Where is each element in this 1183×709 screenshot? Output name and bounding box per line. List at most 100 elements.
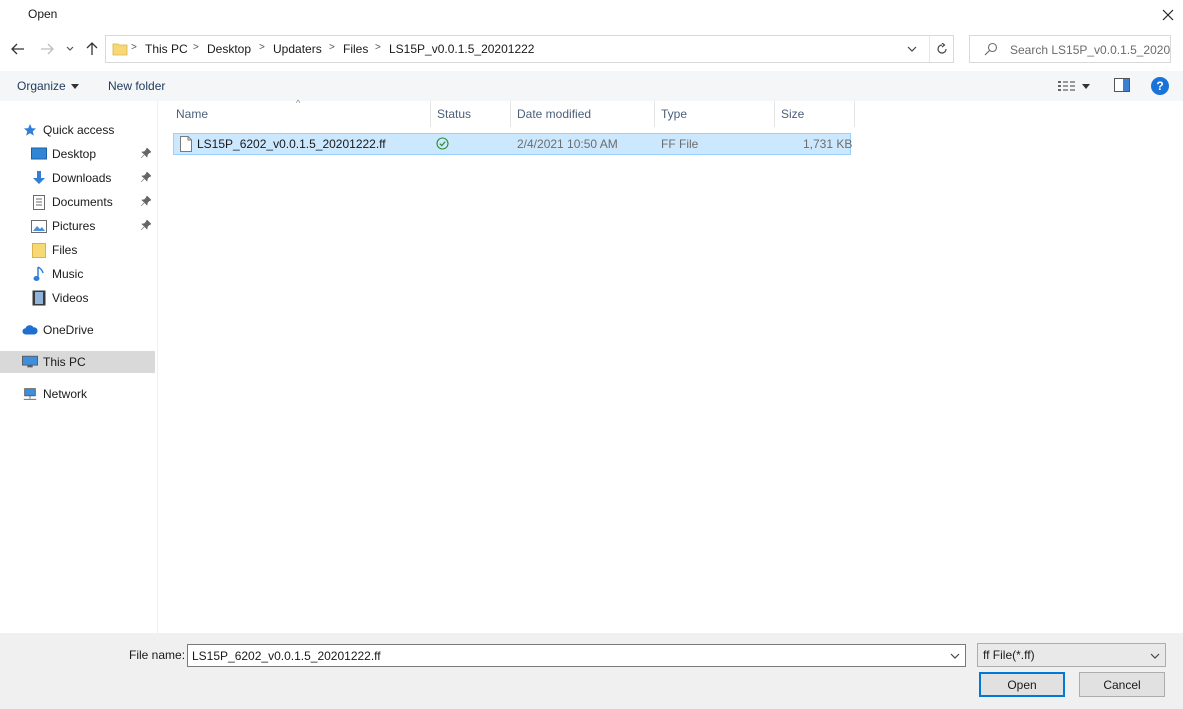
sidebar-item-label: Pictures xyxy=(52,219,96,233)
chevron-right-icon[interactable]: > xyxy=(329,42,335,53)
help-button[interactable]: ? xyxy=(1151,77,1169,95)
file-type-dropdown[interactable] xyxy=(1146,647,1164,665)
file-name-input[interactable]: LS15P_6202_v0.0.1.5_20201222.ff xyxy=(187,644,966,667)
sidebar-item-files[interactable]: Files xyxy=(0,239,155,261)
forward-button[interactable] xyxy=(38,40,56,58)
chevron-right-icon[interactable]: > xyxy=(193,42,199,53)
sidebar-item-label: Desktop xyxy=(52,147,97,161)
sidebar-item-label: Videos xyxy=(52,291,89,305)
file-name-value: LS15P_6202_v0.0.1.5_20201222.ff xyxy=(192,649,381,663)
sidebar-item-label: Network xyxy=(43,387,88,401)
column-header-type[interactable]: Type xyxy=(655,101,775,127)
close-icon xyxy=(1162,9,1174,21)
chevron-right-icon: > xyxy=(131,42,137,53)
search-input[interactable]: Search LS15P_v0.0.1.5_20201... xyxy=(969,35,1171,63)
file-type-select[interactable]: ff File(*.ff) xyxy=(977,643,1166,667)
cancel-button[interactable]: Cancel xyxy=(1079,672,1165,697)
breadcrumb-current-folder[interactable]: LS15P_v0.0.1.5_20201222 xyxy=(389,42,534,56)
address-history-dropdown[interactable] xyxy=(901,36,923,62)
file-row[interactable]: LS15P_6202_v0.0.1.5_20201222.ff 2/4/2021… xyxy=(173,133,853,155)
sidebar-item-network[interactable]: Network xyxy=(0,383,155,405)
address-bar[interactable]: > This PC > Desktop > Updaters > Files >… xyxy=(105,35,954,63)
picture-icon xyxy=(31,218,47,234)
pin-icon xyxy=(140,170,152,185)
pin-icon xyxy=(140,146,152,161)
download-icon xyxy=(31,170,47,186)
pin-icon xyxy=(140,218,152,233)
chevron-down-icon xyxy=(950,653,960,659)
file-name-history-dropdown[interactable] xyxy=(946,646,964,665)
preview-pane-button[interactable] xyxy=(1114,78,1130,95)
breadcrumb-files[interactable]: Files xyxy=(343,42,368,56)
search-placeholder: Search LS15P_v0.0.1.5_20201... xyxy=(1010,43,1170,57)
chevron-right-icon[interactable]: > xyxy=(375,42,381,53)
pane-divider[interactable] xyxy=(157,101,158,633)
column-header-label: Name xyxy=(176,107,209,121)
file-type-value: ff File(*.ff) xyxy=(983,648,1035,662)
folder-icon xyxy=(31,242,47,258)
organize-button[interactable]: Organize xyxy=(17,79,79,93)
sidebar-item-this-pc[interactable]: This PC xyxy=(0,351,155,373)
back-button[interactable] xyxy=(9,40,27,58)
column-header-label: Type xyxy=(661,107,688,121)
organize-label: Organize xyxy=(17,79,66,93)
sidebar-item-music[interactable]: Music xyxy=(0,263,155,285)
file-name-label: File name: xyxy=(129,648,186,662)
chevron-down-icon xyxy=(907,46,917,52)
cloud-icon xyxy=(22,322,38,338)
network-icon xyxy=(22,386,38,402)
change-view-button[interactable] xyxy=(1058,77,1098,95)
breadcrumb-this-pc[interactable]: This PC xyxy=(145,42,188,56)
navigation-pane: Quick access Desktop Downloads Documents Pic… xyxy=(0,101,158,633)
bottom-panel: File name: LS15P_6202_v0.0.1.5_20201222.… xyxy=(0,633,1183,709)
close-button[interactable] xyxy=(1153,2,1183,28)
arrow-left-icon xyxy=(11,43,24,55)
breadcrumb-updaters[interactable]: Updaters xyxy=(273,42,322,56)
file-type: FF File xyxy=(661,137,699,151)
title-bar: Open xyxy=(0,0,1183,30)
new-folder-label: New folder xyxy=(108,79,166,93)
command-toolbar: Organize New folder ? xyxy=(0,71,1183,101)
open-button-label: Open xyxy=(1007,677,1037,692)
column-header-size[interactable]: Size xyxy=(775,101,855,127)
refresh-icon xyxy=(936,43,947,54)
column-header-label: Status xyxy=(437,107,472,121)
column-headers: ^ Name Status Date modified Type Size xyxy=(170,98,860,127)
recent-locations-button[interactable] xyxy=(63,40,77,58)
file-size: 1,731 KB xyxy=(803,137,853,151)
sidebar-item-videos[interactable]: Videos xyxy=(0,287,155,309)
sidebar-item-onedrive[interactable]: OneDrive xyxy=(0,319,155,341)
pin-icon xyxy=(140,194,152,209)
synced-check-icon xyxy=(436,137,449,153)
search-icon xyxy=(984,42,998,59)
preview-pane-icon xyxy=(1114,78,1130,92)
up-button[interactable] xyxy=(83,40,101,58)
column-header-label: Date modified xyxy=(517,107,592,121)
column-header-status[interactable]: Status xyxy=(431,101,511,127)
open-button[interactable]: Open xyxy=(979,672,1065,697)
column-header-name[interactable]: Name xyxy=(170,101,431,127)
column-header-date-modified[interactable]: Date modified xyxy=(511,101,655,127)
sidebar-item-label: Files xyxy=(52,243,78,257)
sidebar-item-pictures[interactable]: Pictures xyxy=(0,215,155,237)
sidebar-item-label: OneDrive xyxy=(43,323,94,337)
breadcrumb-desktop[interactable]: Desktop xyxy=(207,42,251,56)
sidebar-item-label: Music xyxy=(52,267,84,281)
help-icon: ? xyxy=(1156,79,1164,93)
refresh-button[interactable] xyxy=(929,36,953,62)
caret-down-icon xyxy=(1082,83,1090,89)
file-date-modified: 2/4/2021 10:50 AM xyxy=(517,137,618,151)
sidebar-item-documents[interactable]: Documents xyxy=(0,191,155,213)
cancel-button-label: Cancel xyxy=(1103,677,1141,692)
new-folder-button[interactable]: New folder xyxy=(108,79,165,93)
sidebar-item-label: Quick access xyxy=(43,123,115,137)
sidebar-item-desktop[interactable]: Desktop xyxy=(0,143,155,165)
sidebar-item-downloads[interactable]: Downloads xyxy=(0,167,155,189)
file-icon xyxy=(180,136,192,155)
file-name: LS15P_6202_v0.0.1.5_20201222.ff xyxy=(197,137,386,151)
chevron-right-icon[interactable]: > xyxy=(259,42,265,53)
sidebar-item-quick-access[interactable]: Quick access xyxy=(0,119,155,141)
star-icon xyxy=(22,122,38,138)
arrow-up-icon xyxy=(86,42,98,55)
caret-down-icon xyxy=(70,83,79,89)
